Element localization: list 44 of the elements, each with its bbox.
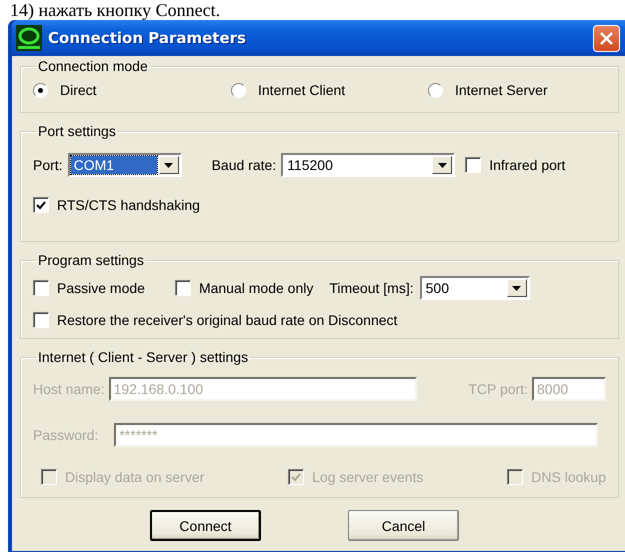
tcp-port-label: TCP port: [468, 381, 528, 397]
checkbox[interactable] [465, 157, 482, 173]
checkbox[interactable] [174, 280, 191, 296]
radio-button[interactable] [231, 82, 246, 98]
dropdown[interactable]: 115200 [281, 153, 456, 177]
logo-icon [16, 25, 42, 51]
radio-button[interactable] [428, 82, 443, 98]
caption-text: 14) нажать кнопку Connect. [9, 0, 222, 20]
check-icon [36, 200, 46, 210]
dropdown[interactable]: COM1 [68, 153, 182, 177]
checkbox-label: Display data on server [65, 469, 204, 485]
checkbox[interactable] [33, 312, 49, 328]
radio-button[interactable] [33, 82, 48, 98]
window-title: Connection Parameters [48, 29, 246, 47]
checkbox-label: Manual mode only [198, 280, 314, 296]
checkbox[interactable] [33, 197, 49, 213]
checkbox-label: Log server events [312, 469, 424, 485]
timeout-label: Timeout [ms]: [329, 280, 414, 296]
radio-label: Internet Server [455, 82, 548, 98]
group-label: Program settings [37, 252, 145, 268]
checkbox-label: RTS/CTS handshaking [57, 197, 200, 213]
checkbox[interactable] [33, 280, 49, 296]
close-button[interactable] [593, 24, 620, 52]
caret-icon [438, 162, 447, 168]
dropdown[interactable]: 500 [420, 276, 530, 300]
close-icon [600, 32, 613, 44]
check-icon [291, 472, 302, 482]
host-name-label: Host name: [33, 381, 105, 397]
checkbox-label: DNS lookup [531, 469, 606, 485]
group-label: Port settings [37, 123, 117, 139]
checkbox-label: Restore the receiver's original baud rate on Disconnect [57, 312, 398, 328]
cancel-button[interactable]: Cancel [348, 510, 459, 541]
radio-label: Internet Client [258, 82, 346, 98]
connect-button[interactable]: Connect [150, 510, 261, 541]
radio-label: Direct [60, 82, 97, 98]
checkbox-label: Passive mode [57, 280, 145, 296]
baud-rate-label: Baud rate: [212, 157, 276, 173]
port-label: Port: [33, 157, 63, 173]
caret-icon [164, 162, 174, 168]
group-label: Connection mode [37, 58, 149, 74]
password-label: Password: [33, 427, 98, 443]
checkbox-label: Infrared port [489, 157, 566, 173]
group-label: Internet ( Client - Server ) settings [37, 349, 250, 365]
caret-icon [512, 286, 522, 290]
